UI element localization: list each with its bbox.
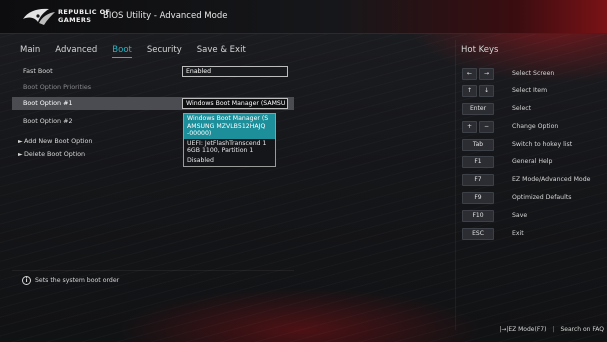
hotkey-desc: Optimized Defaults — [512, 194, 572, 201]
boot-option-1-select[interactable]: Windows Boot Manager (SAMSU — [182, 98, 288, 109]
fast-boot-select[interactable]: Enabled — [182, 66, 288, 77]
footer-separator: | — [552, 326, 555, 333]
boot-option-dropdown[interactable]: Windows Boot Manager (S AMSUNG MZVLB512H… — [183, 113, 276, 167]
plus-key[interactable]: + — [462, 121, 477, 133]
add-new-boot-option-label: Add New Boot Option — [24, 137, 93, 145]
tab-save-exit[interactable]: Save & Exit — [197, 45, 246, 58]
esc-key[interactable]: ESC — [462, 228, 494, 240]
panel-divider — [455, 40, 456, 330]
tab-boot[interactable]: Boot — [112, 45, 132, 58]
tab-security[interactable]: Security — [147, 45, 182, 58]
hotkey-desc: General Help — [512, 158, 553, 165]
hotkey-desc: Change Option — [512, 123, 559, 130]
search-faq-button[interactable]: Search on FAQ — [560, 326, 604, 333]
boot-option-1-row[interactable]: Boot Option #1 Windows Boot Manager (SAM… — [12, 97, 294, 110]
dropdown-option-disabled[interactable]: Disabled — [184, 156, 275, 166]
right-arrow-key[interactable]: → — [479, 68, 494, 80]
dropdown-option-uefi-usb[interactable]: UEFI: JetFlashTranscend 1 6GB 1100, Part… — [184, 139, 275, 156]
f9-key[interactable]: F9 — [462, 192, 494, 204]
hotkeys-title: Hot Keys — [461, 45, 499, 55]
down-arrow-key[interactable]: ↓ — [479, 85, 494, 97]
hotkey-desc: Exit — [512, 230, 524, 237]
left-arrow-key[interactable]: ← — [462, 68, 477, 80]
help-divider — [12, 270, 294, 271]
f1-key[interactable]: F1 — [462, 156, 494, 168]
tab-main[interactable]: Main — [20, 45, 40, 58]
hotkey-desc: Switch to hokey list — [512, 141, 573, 148]
boot-option-2-label: Boot Option #2 — [23, 117, 73, 125]
boot-priorities-heading: Boot Option Priorities — [12, 81, 294, 94]
hotkey-desc: Select — [512, 105, 532, 112]
help-bar: i Sets the system boot order — [22, 276, 119, 285]
hotkey-desc: EZ Mode/Advanced Mode — [512, 176, 591, 183]
tab-key[interactable]: Tab — [462, 139, 494, 151]
hotkey-desc: Select Item — [512, 87, 548, 94]
rog-logo-icon — [23, 8, 55, 25]
hotkey-desc: Select Screen — [512, 70, 555, 77]
delete-boot-option-label: Delete Boot Option — [24, 150, 86, 158]
dropdown-option-windows-boot-manager[interactable]: Windows Boot Manager (S AMSUNG MZVLB512H… — [184, 114, 275, 139]
boot-priorities-label: Boot Option Priorities — [23, 83, 92, 91]
app-title: BIOS Utility - Advanced Mode — [103, 11, 228, 21]
up-arrow-key[interactable]: ↑ — [462, 85, 477, 97]
info-icon: i — [22, 276, 31, 285]
tab-advanced[interactable]: Advanced — [55, 45, 97, 58]
fast-boot-label: Fast Boot — [23, 67, 53, 75]
submenu-arrow-icon: ► — [18, 151, 23, 158]
f7-key[interactable]: F7 — [462, 174, 494, 186]
minus-key[interactable]: − — [479, 121, 494, 133]
boot-option-1-label: Boot Option #1 — [23, 99, 73, 107]
main-tabs: Main Advanced Boot Security Save & Exit — [20, 45, 261, 58]
fast-boot-row[interactable]: Fast Boot Enabled — [12, 65, 294, 78]
hotkey-desc: Save — [512, 212, 528, 219]
f10-key[interactable]: F10 — [462, 210, 494, 222]
help-text: Sets the system boot order — [35, 277, 120, 284]
enter-key[interactable]: Enter — [462, 103, 494, 115]
ez-mode-button[interactable]: |→|EZ Mode(F7) — [499, 326, 546, 333]
submenu-arrow-icon: ► — [18, 138, 23, 145]
footer-bar: |→|EZ Mode(F7) | Search on FAQ — [499, 326, 604, 333]
title-bar: Republic of Gamers BIOS Utility - Advanc… — [0, 0, 607, 34]
